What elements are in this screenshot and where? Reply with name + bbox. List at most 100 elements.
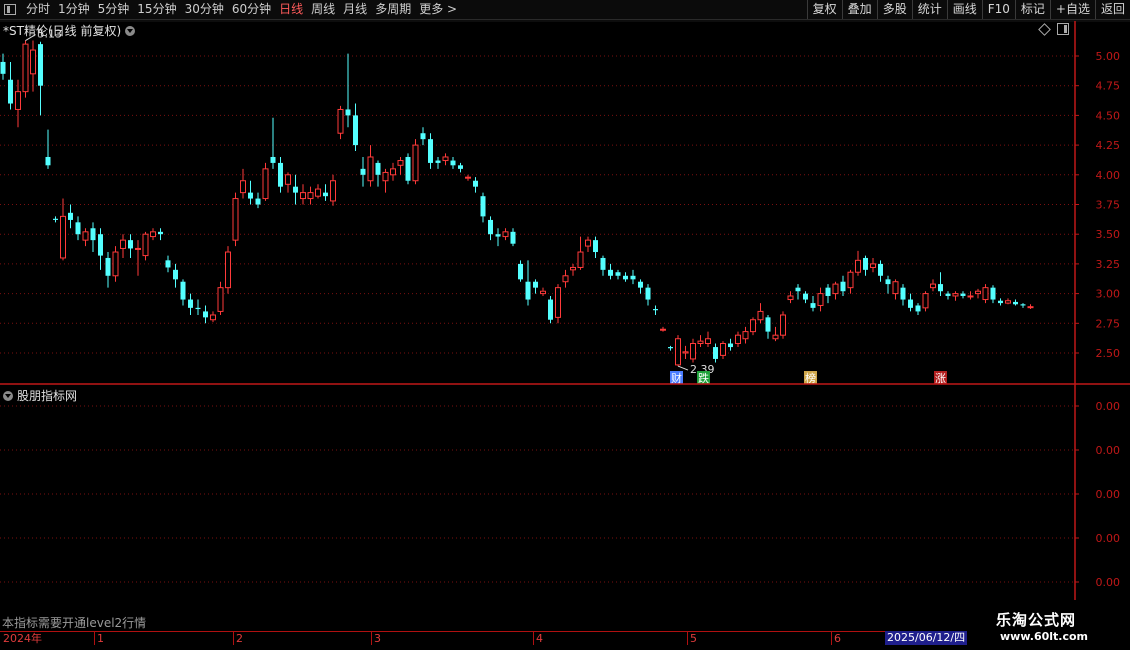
candle-body	[945, 293, 951, 296]
candle-body	[998, 300, 1003, 304]
candle-body	[248, 192, 253, 199]
time-axis-tick	[233, 632, 234, 645]
indicator-tick-label: 0.00	[1096, 576, 1121, 589]
price-tick-label: 2.75	[1096, 317, 1121, 330]
candle-body	[832, 283, 839, 295]
candle-body	[742, 331, 749, 340]
candle-body	[675, 338, 681, 366]
candle-body	[885, 279, 891, 285]
candle-body	[938, 284, 943, 292]
candle-body	[158, 231, 163, 235]
candle-body	[577, 251, 584, 268]
price-tick-label: 3.00	[1096, 288, 1121, 301]
candle-body	[22, 43, 29, 93]
price-axis: 5.00 4.75 4.50 4.25 4.00 3.75 3.50 3.25 3.00 2.75…	[0, 20, 1130, 600]
candle-body	[375, 162, 381, 175]
high-pointer	[25, 34, 36, 41]
chevron-down-icon[interactable]	[3, 390, 13, 401]
candle-body	[112, 251, 119, 277]
indicator-tick-label: 0.00	[1096, 444, 1121, 457]
candle-body	[442, 156, 449, 162]
candle-body	[360, 168, 366, 175]
candle-body	[562, 275, 569, 283]
candle-body	[315, 188, 321, 197]
candle-body	[855, 259, 861, 273]
candle-body	[638, 281, 643, 288]
price-tick-label: 3.25	[1096, 258, 1121, 271]
candle-body	[757, 310, 764, 321]
candle-body	[495, 234, 501, 237]
candle-body	[397, 160, 404, 166]
candle-body	[1013, 301, 1018, 305]
candle-body	[480, 196, 486, 217]
high-price-label: 5.13	[38, 28, 63, 41]
candle-body	[975, 290, 981, 295]
candle-body	[405, 156, 411, 181]
candle-body	[217, 287, 224, 312]
candle-body	[690, 342, 696, 360]
candle-body	[45, 156, 51, 166]
indicator-tick-label: 0.00	[1096, 400, 1121, 413]
candle-body	[668, 347, 673, 349]
candle-body	[713, 347, 718, 359]
candle-body	[367, 156, 374, 182]
indicator-name: 股朋指标网	[17, 389, 78, 403]
candle-body	[8, 79, 13, 104]
indicator-title[interactable]: 股朋指标网	[3, 387, 77, 404]
event-marker-label: 跌	[698, 371, 709, 385]
candle-body	[105, 257, 111, 276]
candle-body	[630, 275, 636, 280]
candle-body	[1020, 304, 1026, 306]
candle-body	[450, 160, 456, 166]
candle-body	[653, 309, 658, 311]
candle-body	[518, 263, 523, 280]
event-marker-label: 涨	[935, 372, 946, 385]
candle-body	[300, 192, 306, 200]
candle-body	[473, 180, 478, 187]
candle-body	[142, 233, 149, 257]
candle-body	[428, 139, 433, 163]
level2-notice: 本指标需要开通level2行情	[2, 616, 147, 630]
candle-body	[330, 180, 336, 202]
candle-body	[420, 133, 426, 140]
candle-body	[30, 49, 36, 75]
candle-body	[660, 328, 666, 331]
candle-body	[803, 293, 808, 300]
candle-body	[525, 281, 531, 300]
candle-body	[555, 287, 561, 318]
candle-body	[720, 342, 726, 356]
candle-body	[435, 160, 441, 163]
candle-body	[225, 251, 231, 289]
candle-body	[488, 219, 493, 235]
candle-body	[1027, 306, 1034, 309]
candle-body	[840, 281, 846, 292]
time-axis-label: 1	[97, 632, 104, 645]
candle-body	[98, 234, 103, 256]
candle-body	[900, 287, 906, 300]
candle-body	[810, 303, 816, 308]
time-axis-tick	[687, 632, 688, 645]
candle-body	[353, 115, 358, 146]
candle-body	[908, 299, 913, 308]
candle-body	[210, 314, 216, 321]
time-axis-label: 3	[374, 632, 381, 645]
candle-body	[82, 231, 89, 241]
candle-body	[780, 314, 786, 336]
price-tick-label: 2.50	[1096, 347, 1121, 360]
candle-body	[735, 334, 741, 344]
price-tick-label: 4.50	[1096, 109, 1121, 122]
candle-body	[285, 174, 291, 185]
cursor-date: 2025/06/12/四	[885, 631, 968, 645]
candle-body	[0, 61, 6, 74]
price-tick-label: 4.25	[1096, 139, 1121, 152]
event-marker-label: 榜	[805, 371, 816, 385]
candle-body	[270, 156, 276, 163]
candle-body	[623, 275, 628, 280]
candle-body	[593, 240, 598, 253]
candle-body	[863, 257, 868, 270]
kline-chart[interactable]: 5.132.39财跌榜涨 5.004.754.504.254.003.753.5…	[0, 0, 1130, 631]
candle-body	[967, 295, 974, 298]
candle-body	[203, 311, 208, 318]
candle-body	[188, 299, 193, 308]
price-tick-label: 4.75	[1096, 80, 1121, 93]
